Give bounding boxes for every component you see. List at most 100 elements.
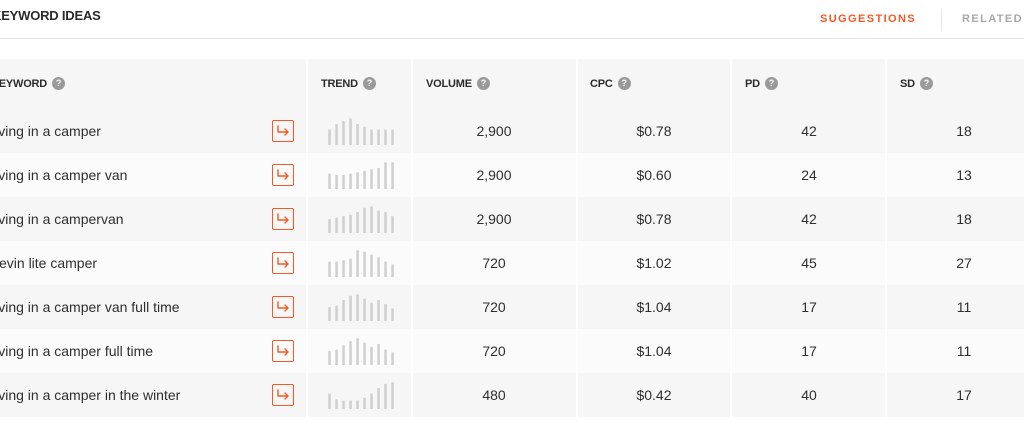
trend-bar [384, 129, 387, 145]
trend-bar [349, 118, 352, 145]
keyword-cell[interactable]: living in a camper van full time [0, 285, 180, 329]
trend-bar [391, 352, 394, 365]
sd-cell: 11 [956, 343, 972, 359]
view-keyword-button[interactable] [272, 208, 294, 230]
trend-sparkline [328, 206, 394, 233]
trend-bar [384, 383, 387, 409]
column-header-volume[interactable]: VOLUME? [426, 77, 490, 90]
cpc-cell: $0.78 [636, 123, 672, 139]
volume-cell: 720 [482, 343, 506, 359]
volume-cell: 720 [482, 299, 506, 315]
trend-bar [349, 214, 352, 233]
trend-bar [335, 217, 338, 233]
view-keyword-button[interactable] [272, 120, 294, 142]
trend-bar [370, 206, 373, 233]
trend-bar [349, 295, 352, 321]
volume-cell: 2,900 [476, 123, 512, 139]
view-keyword-button[interactable] [272, 296, 294, 318]
table-row[interactable]: kevin lite camper 720 $1.02 45 27 [0, 241, 1024, 285]
sd-cell: 18 [956, 211, 972, 227]
sd-cell: 11 [956, 299, 972, 315]
arrow-turn-right-icon [277, 389, 289, 400]
trend-bar [363, 251, 366, 277]
tab-suggestions[interactable]: SUGGESTIONS [820, 13, 916, 25]
question-circle-icon[interactable]: ? [617, 77, 631, 90]
trend-bar [356, 250, 359, 277]
column-header-keyword[interactable]: KEYWORD? [0, 77, 66, 90]
trend-bar [377, 129, 380, 145]
trend-sparkline [328, 162, 394, 189]
volume-cell: 2,900 [476, 167, 512, 183]
column-header-sd[interactable]: SD? [900, 77, 933, 90]
question-circle-icon[interactable]: ? [476, 77, 490, 90]
trend-bar [342, 345, 345, 365]
column-header-pd[interactable]: PD? [745, 77, 778, 90]
trend-bar [384, 212, 387, 233]
column-divider [411, 59, 413, 417]
view-keyword-button[interactable] [272, 252, 294, 274]
keyword-cell[interactable]: living in a camper van [0, 153, 127, 197]
volume-cell: 480 [482, 387, 506, 403]
cpc-cell: $0.60 [636, 167, 672, 183]
trend-bar [349, 173, 352, 189]
volume-cell: 2,900 [476, 211, 512, 227]
trend-bar [328, 173, 331, 189]
pd-cell: 17 [801, 343, 817, 359]
column-divider [576, 59, 578, 417]
keyword-cell[interactable]: living in a camper full time [0, 329, 153, 373]
table-row[interactable]: living in a camper 2,900 $0.78 42 18 [0, 109, 1024, 153]
column-header-label: CPC [590, 77, 613, 90]
view-keyword-button[interactable] [272, 384, 294, 406]
arrow-turn-right-icon [277, 169, 289, 180]
question-circle-icon[interactable]: ? [764, 77, 778, 90]
tab-related[interactable]: RELATED [962, 13, 1023, 25]
view-keyword-button[interactable] [272, 340, 294, 362]
pd-cell: 42 [801, 211, 817, 227]
keyword-cell[interactable]: living in a camper in the winter [0, 373, 180, 417]
trend-bar [335, 124, 338, 145]
trend-bar [328, 129, 331, 145]
trend-bar [335, 349, 338, 365]
column-header-trend[interactable]: TREND? [321, 77, 376, 90]
keyword-cell[interactable]: living in a camper [0, 109, 101, 153]
trend-bar [349, 400, 352, 409]
column-header-cpc[interactable]: CPC? [590, 77, 631, 90]
trend-bar [342, 121, 345, 145]
trend-bar [377, 388, 380, 409]
table-row[interactable]: living in a camper van full time 720 $1.04… [0, 285, 1024, 329]
sd-cell: 27 [956, 255, 972, 271]
trend-bar [356, 294, 359, 321]
pd-cell: 40 [801, 387, 817, 403]
trend-bar [342, 300, 345, 321]
question-circle-icon[interactable]: ? [52, 77, 66, 90]
table-row[interactable]: living in a camper van 2,900 $0.60 24 13 [0, 153, 1024, 197]
question-circle-icon[interactable]: ? [362, 77, 376, 90]
sd-cell: 18 [956, 123, 972, 139]
trend-bar [363, 126, 366, 145]
trend-sparkline [328, 338, 394, 365]
trend-bar [391, 129, 394, 145]
trend-bar [391, 264, 394, 277]
trend-bar [335, 261, 338, 277]
table-row[interactable]: living in a camper full time 720 $1.04 17 11 [0, 329, 1024, 373]
pd-cell: 24 [801, 167, 817, 183]
trend-bar [363, 298, 366, 321]
sd-cell: 13 [956, 167, 972, 183]
table-row[interactable]: living in a campervan 2,900 $0.78 42 18 [0, 197, 1024, 241]
view-keyword-button[interactable] [272, 164, 294, 186]
sd-cell: 17 [956, 387, 972, 403]
trend-bar [363, 207, 366, 233]
arrow-turn-right-icon [277, 213, 289, 224]
trend-bar [391, 162, 394, 189]
trend-bar [370, 393, 373, 409]
table-row[interactable]: living in a camper in the winter 480 $0.42… [0, 373, 1024, 417]
trend-bar [349, 341, 352, 365]
keyword-cell[interactable]: living in a campervan [0, 197, 124, 241]
top-bar: KEYWORD IDEAS SUGGESTIONS RELATED [0, 0, 1024, 39]
column-divider [885, 59, 887, 417]
trend-bar [377, 168, 380, 189]
question-circle-icon[interactable]: ? [919, 77, 933, 90]
keyword-cell[interactable]: kevin lite camper [0, 241, 97, 285]
trend-bar [328, 351, 331, 365]
arrow-turn-right-icon [277, 257, 289, 268]
